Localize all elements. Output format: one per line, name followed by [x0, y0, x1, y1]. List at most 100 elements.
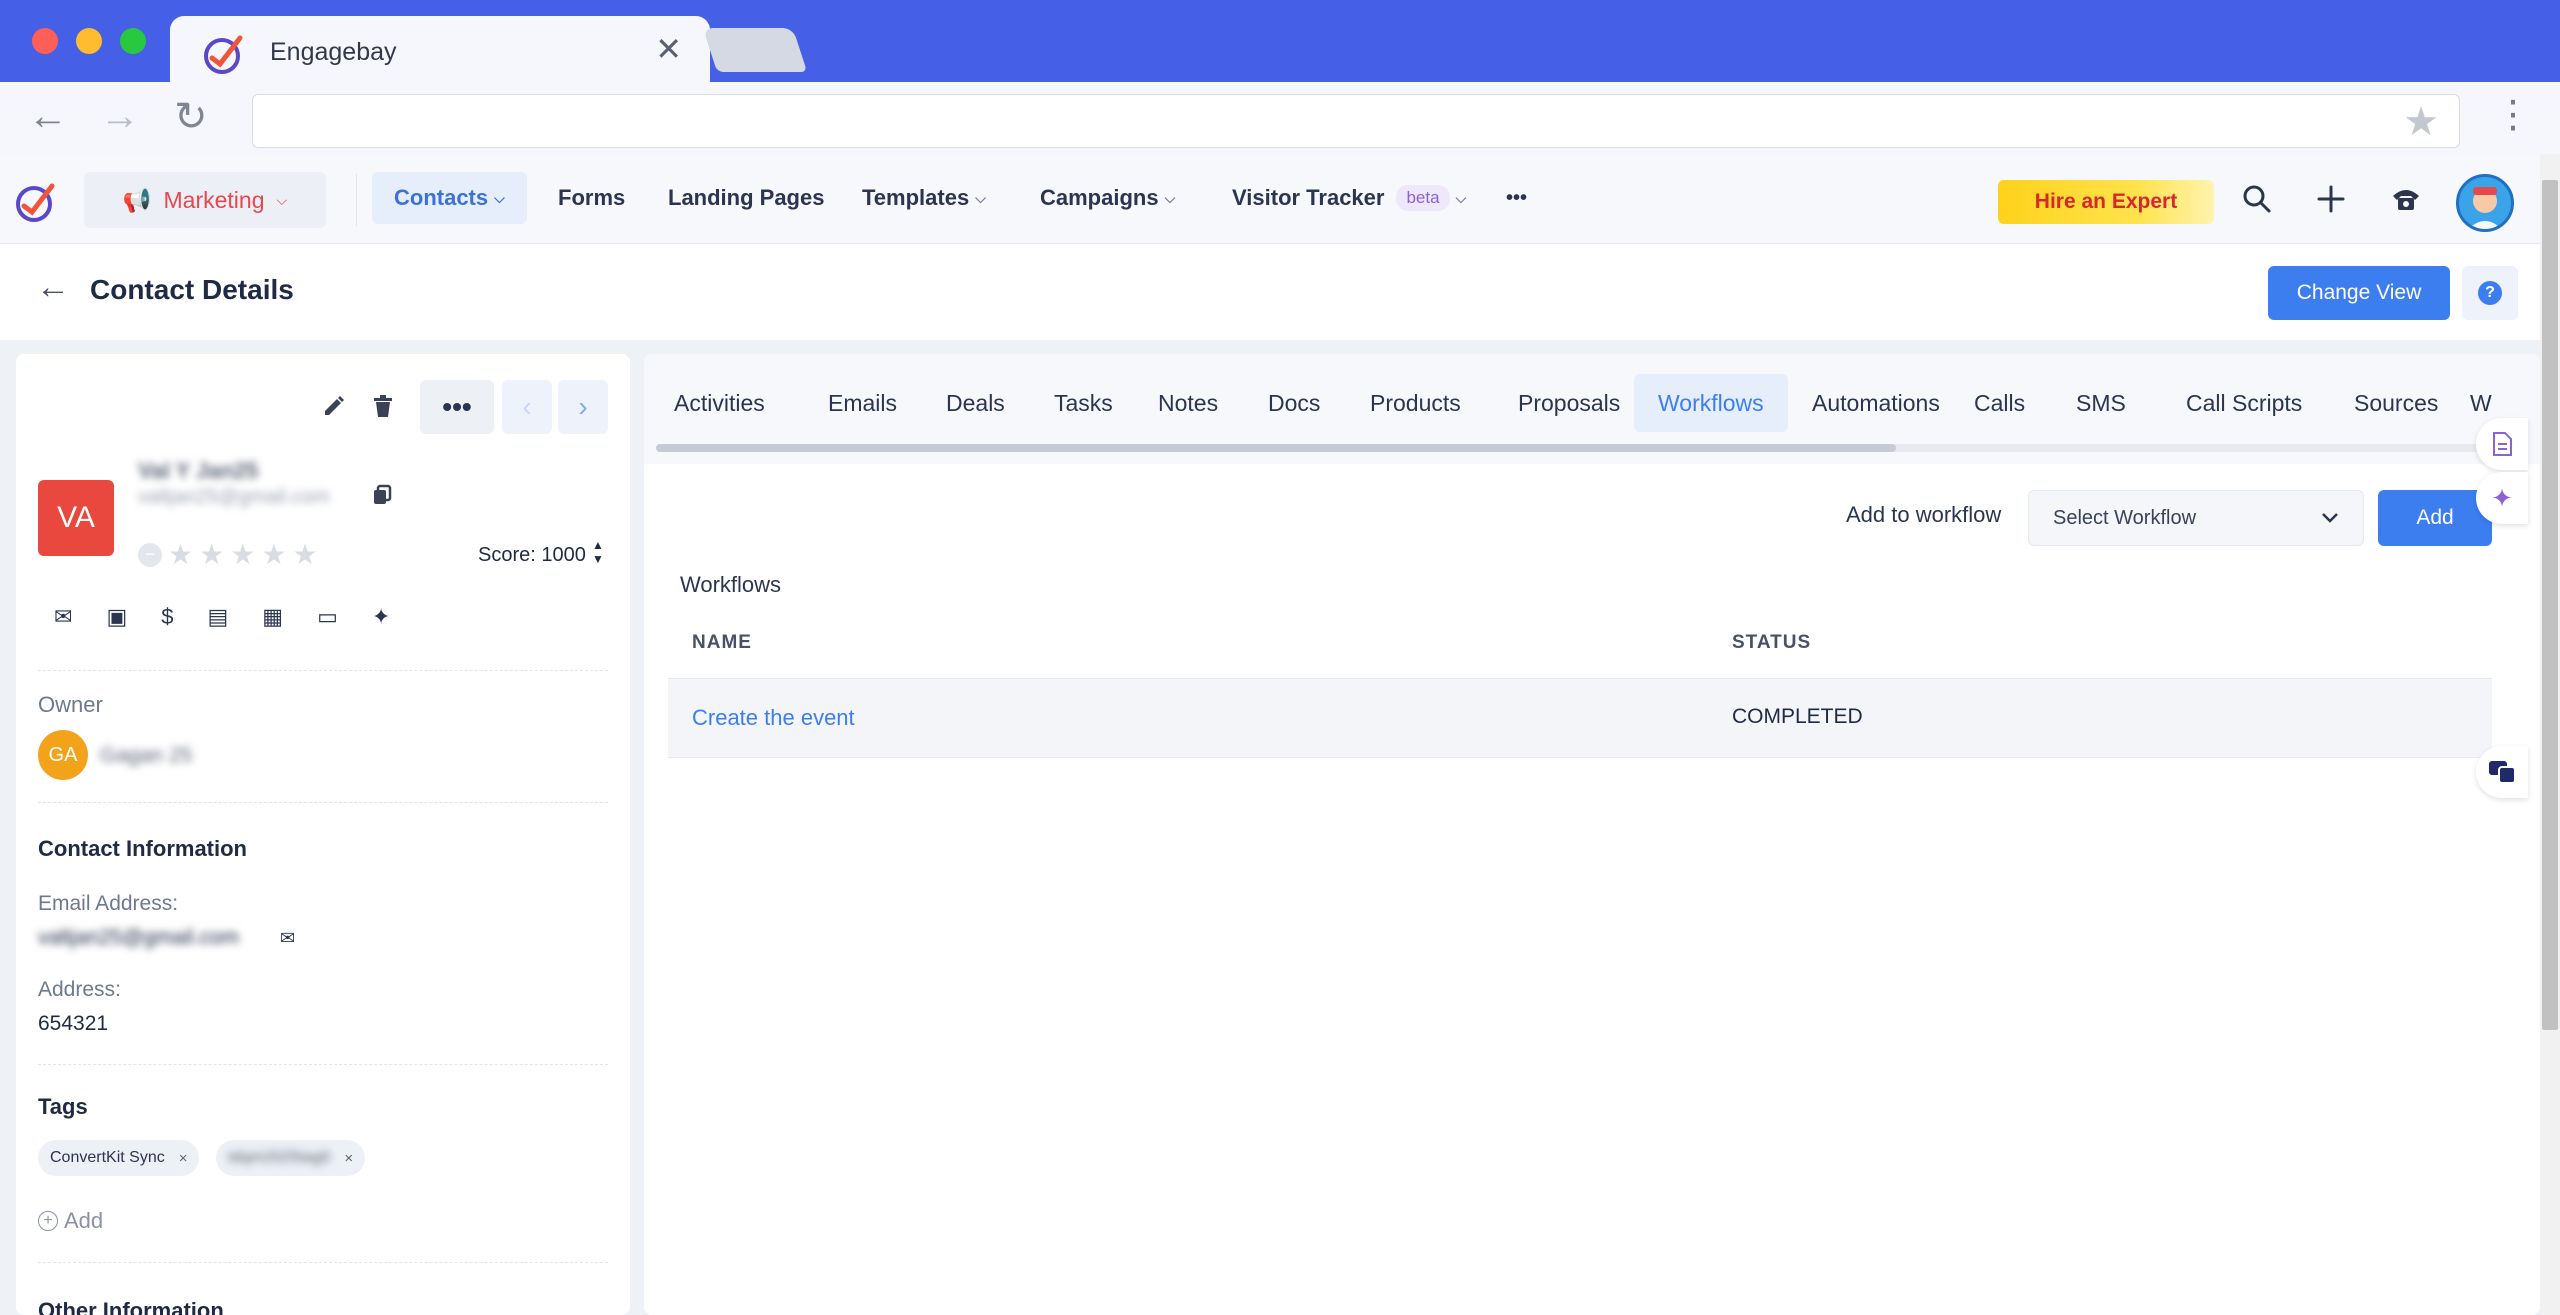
tab-docs[interactable]: Docs — [1244, 374, 1344, 432]
tag-chip[interactable]: ConvertKit Sync × — [38, 1140, 200, 1176]
star-icon[interactable]: ★ — [261, 538, 286, 571]
tag-chip[interactable]: tdqm2025tag0 × — [216, 1140, 366, 1176]
workflow-name-link[interactable]: Create the event — [692, 705, 855, 731]
star-icon[interactable]: ★ — [292, 538, 317, 571]
nav-templates-label: Templates — [862, 185, 970, 210]
tabs-scrollbar-thumb[interactable] — [656, 444, 1896, 452]
star-icon[interactable]: ★ — [199, 538, 224, 571]
browser-menu-icon[interactable]: ⋮ — [2494, 96, 2532, 134]
tags-title: Tags — [38, 1094, 88, 1119]
side-ai-button[interactable]: ✦ — [2476, 472, 2528, 524]
marketing-label: Marketing — [163, 186, 265, 213]
header-divider — [356, 174, 357, 226]
browser-titlebar: Engagebay ✕ — [0, 0, 2560, 82]
delete-trash-icon[interactable] — [372, 394, 394, 418]
reload-icon[interactable]: ↻ — [174, 94, 208, 140]
help-button[interactable]: ? — [2462, 266, 2518, 320]
document-action-icon[interactable]: ▦ — [262, 604, 283, 630]
tab-notes[interactable]: Notes — [1134, 374, 1242, 432]
chevron-down-icon: ⌵ — [276, 191, 288, 208]
beta-badge: beta — [1396, 185, 1450, 211]
maximize-window-button[interactable] — [120, 28, 146, 54]
tab-proposals[interactable]: Proposals — [1494, 374, 1644, 432]
nav-contacts[interactable]: Contacts ⌵ — [372, 172, 527, 224]
note-action-icon[interactable]: ▤ — [207, 604, 228, 630]
user-avatar-icon — [2468, 187, 2502, 229]
tab-emails[interactable]: Emails — [804, 374, 921, 432]
email-action-icon[interactable]: ✉ — [54, 604, 72, 630]
new-tab-button[interactable] — [702, 28, 808, 72]
side-document-button[interactable] — [2476, 418, 2528, 470]
chevron-down-icon: ⌵ — [975, 189, 986, 206]
search-icon[interactable] — [2240, 182, 2274, 216]
add-tag-button[interactable]: + Add — [38, 1208, 103, 1234]
nav-templates[interactable]: Templates ⌵ — [862, 172, 986, 224]
phone-icon[interactable] — [2390, 184, 2422, 214]
next-contact-button[interactable]: › — [558, 380, 608, 434]
document-icon — [2493, 432, 2512, 456]
section-divider — [38, 802, 608, 803]
owner-name[interactable]: Gagan 25 — [100, 744, 192, 768]
nav-campaigns[interactable]: Campaigns ⌵ — [1040, 172, 1175, 224]
tab-calls[interactable]: Calls — [1950, 374, 2049, 432]
star-icon[interactable]: ★ — [168, 538, 193, 571]
remove-tag-icon[interactable]: × — [344, 1150, 353, 1167]
tab-tasks[interactable]: Tasks — [1030, 374, 1137, 432]
bookmark-star-icon[interactable]: ★ — [2403, 99, 2439, 145]
contact-email-short: valtjan25@gmail.com — [138, 486, 330, 508]
deal-action-icon[interactable]: ▣ — [106, 604, 127, 630]
tab-workflows[interactable]: Workflows — [1634, 374, 1788, 432]
hire-expert-button[interactable]: Hire an Expert — [1998, 180, 2214, 224]
remove-tag-icon[interactable]: × — [179, 1150, 188, 1167]
tab-products[interactable]: Products — [1346, 374, 1485, 432]
tab-automations[interactable]: Automations — [1788, 374, 1964, 432]
minimize-window-button[interactable] — [76, 28, 102, 54]
previous-contact-button[interactable]: ‹ — [502, 380, 552, 434]
back-icon[interactable]: ← — [28, 94, 68, 139]
change-view-button[interactable]: Change View — [2268, 266, 2450, 320]
calendar-action-icon[interactable]: ▭ — [317, 604, 338, 630]
close-window-button[interactable] — [32, 28, 58, 54]
send-email-icon[interactable]: ✉ — [280, 928, 295, 949]
add-icon[interactable] — [2314, 182, 2348, 216]
app-header: 📢 Marketing ⌵ Contacts ⌵ Forms Landing P… — [0, 154, 2540, 244]
page-title: Contact Details — [90, 274, 294, 305]
select-workflow-dropdown[interactable]: Select Workflow — [2028, 490, 2364, 546]
back-arrow-icon[interactable]: ← — [36, 268, 70, 307]
score-stepper[interactable]: ▲ ▼ — [592, 538, 604, 566]
side-chat-button[interactable] — [2476, 746, 2528, 798]
tag-label: ConvertKit Sync — [50, 1149, 165, 1166]
nav-more-button[interactable]: ••• — [1506, 172, 1527, 224]
tab-call-scripts[interactable]: Call Scripts — [2162, 374, 2326, 432]
nav-landing-pages[interactable]: Landing Pages — [668, 172, 824, 224]
add-workflow-button[interactable]: Add — [2378, 490, 2492, 546]
address-bar[interactable]: ★ — [252, 94, 2460, 148]
page-scrollbar-thumb[interactable] — [2542, 180, 2558, 1030]
workflows-table-header: NAME STATUS — [668, 610, 2492, 678]
nav-forms[interactable]: Forms — [558, 172, 625, 224]
user-avatar[interactable] — [2456, 174, 2514, 232]
more-actions-button[interactable]: ••• — [420, 380, 494, 434]
close-tab-icon[interactable]: ✕ — [655, 30, 682, 68]
clear-rating-icon[interactable]: − — [138, 542, 162, 567]
email-address-value[interactable]: valtjan25@gmail.com — [38, 926, 239, 950]
dollar-action-icon[interactable]: $ — [161, 604, 173, 630]
edit-pencil-icon[interactable] — [322, 394, 346, 418]
star-rating[interactable]: − ★ ★ ★ ★ ★ — [138, 538, 318, 571]
nav-visitor-tracker[interactable]: Visitor Tracker beta ⌵ — [1232, 172, 1466, 224]
tab-sources[interactable]: Sources — [2330, 374, 2462, 432]
star-icon[interactable]: ★ — [230, 538, 255, 571]
tab-activities[interactable]: Activities — [650, 374, 789, 432]
sparkle-icon: ✦ — [2491, 482, 2513, 513]
browser-tab-active[interactable]: Engagebay ✕ — [170, 16, 710, 82]
tab-sms[interactable]: SMS — [2052, 374, 2150, 432]
marketing-switcher-button[interactable]: 📢 Marketing ⌵ — [84, 172, 326, 228]
chat-support-icon — [2489, 761, 2516, 784]
copy-icon[interactable] — [372, 484, 392, 506]
forward-icon[interactable]: → — [100, 94, 140, 139]
tab-deals[interactable]: Deals — [922, 374, 1029, 432]
other-information-title: Other Information — [38, 1298, 224, 1315]
ticket-action-icon[interactable]: ✦ — [372, 604, 390, 630]
app-logo-icon[interactable] — [14, 178, 60, 224]
more-dots-icon: ••• — [442, 391, 472, 422]
